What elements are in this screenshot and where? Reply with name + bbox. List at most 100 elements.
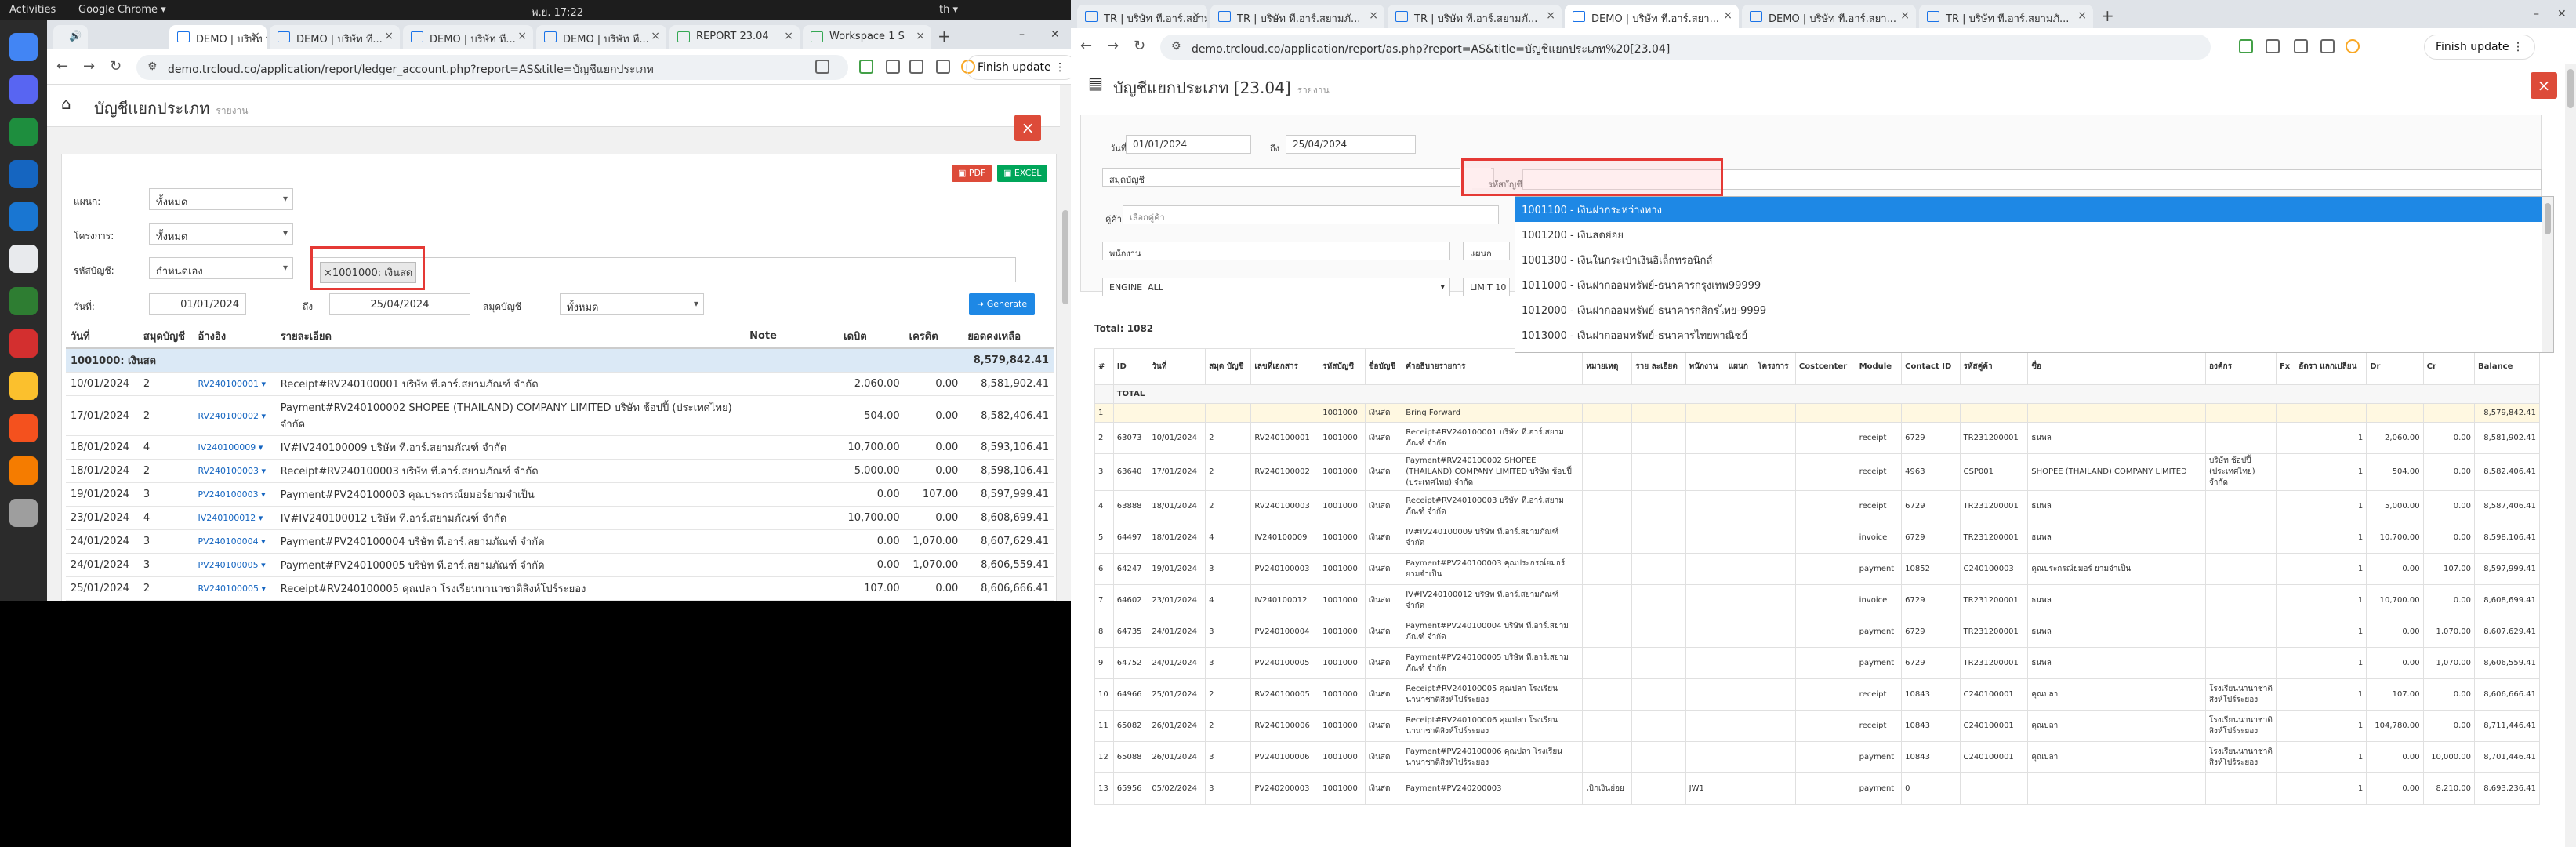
close-tab-icon[interactable]: × (517, 30, 527, 42)
chromium-icon[interactable] (9, 245, 38, 273)
date-to-input[interactable]: 25/04/2024 (329, 293, 470, 315)
close-tab-icon[interactable]: × (1900, 9, 1910, 22)
right-tab-4[interactable]: DEMO | บริษัท ที.อาร์.สยา... × (1742, 5, 1916, 28)
steam-icon[interactable] (9, 202, 38, 231)
right-tab-5[interactable]: TR | บริษัท ที.อาร์.สยามภั... × (1919, 5, 2093, 28)
app-icon[interactable] (9, 329, 38, 358)
sidebar-icon[interactable] (2320, 39, 2335, 53)
right-tab-3[interactable]: DEMO | บริษัท ที.อาร์.สยา... × (1565, 5, 1739, 28)
left-tab-5[interactable]: REPORT 23.04 × (669, 25, 800, 49)
address-bar[interactable]: ⚙ demo.trcloud.co/application/report/as.p… (1160, 35, 2211, 60)
finish-update-button[interactable]: Finish update ⋮ (2424, 35, 2536, 60)
account-chip[interactable]: ×1001000: เงินสด (320, 262, 417, 283)
clock[interactable]: พ.ย. 17:22 (532, 4, 583, 20)
back-icon[interactable]: ← (56, 58, 68, 75)
puzzle-icon[interactable] (886, 60, 900, 74)
address-bar[interactable]: ⚙ demo.trcloud.co/application/report/ledg… (136, 55, 848, 80)
close-tab-icon[interactable]: × (1546, 9, 1555, 22)
generate-button[interactable]: ➜ Generate (969, 293, 1036, 315)
left-tab-2[interactable]: DEMO | บริษัท ที... × (270, 25, 400, 49)
close-tab-icon[interactable]: × (916, 30, 925, 42)
close-tab-icon[interactable]: × (251, 30, 260, 42)
language-indicator[interactable]: th ▾ (939, 4, 958, 16)
reference-link[interactable]: PV240100003 ▾ (193, 482, 276, 507)
close-window-icon[interactable]: ✕ (1050, 28, 1060, 41)
left-tab-0[interactable]: 🔊 (53, 25, 88, 49)
close-window-icon[interactable]: ✕ (2557, 8, 2567, 20)
dropdown-scrollbar[interactable] (2542, 197, 2553, 352)
docs-icon[interactable] (9, 160, 38, 188)
left-tab-4[interactable]: DEMO | บริษัท ที... × (536, 25, 666, 49)
close-tab-icon[interactable]: × (2077, 9, 2087, 22)
date-from-input[interactable]: 01/01/2024 (149, 293, 246, 315)
app-menu[interactable]: Google Chrome ▾ (78, 4, 166, 16)
employee-input[interactable]: พนักงาน (1102, 242, 1450, 260)
limit-input[interactable]: LIMIT 10 (1463, 278, 1510, 296)
tools-icon[interactable] (9, 414, 38, 442)
new-tab-button[interactable]: + (938, 27, 951, 45)
site-info-icon[interactable]: ⚙ (147, 60, 158, 73)
chrome-icon[interactable] (9, 33, 38, 61)
reference-link[interactable]: RV240100005 ▾ (193, 576, 276, 601)
close-tab-icon[interactable]: × (784, 30, 793, 42)
reference-link[interactable]: PV240100005 ▾ (193, 553, 276, 577)
right-tab-1[interactable]: TR | บริษัท ที.อาร์.สยามภั... × (1210, 5, 1384, 28)
puzzle-icon[interactable] (2266, 39, 2280, 53)
journal-input[interactable]: สมุดบัญชี (1102, 168, 1494, 187)
sidebar-icon[interactable] (936, 60, 950, 74)
dropdown-option[interactable]: 1001200 - เงินสดย่อย (1515, 222, 2553, 247)
minimize-icon[interactable]: – (1019, 28, 1025, 41)
excel-button[interactable]: ▣ EXCEL (997, 165, 1048, 182)
reload-icon[interactable]: ↻ (110, 58, 122, 75)
customer-select[interactable]: เลือกคู่ค้า (1123, 205, 1499, 224)
reference-link[interactable]: RV240100001 ▾ (193, 372, 276, 396)
dropdown-option[interactable]: 1012000 - เงินฝากออมทรัพย์-ธนาคารกสิกรไท… (1515, 297, 2553, 322)
download-icon[interactable] (909, 60, 923, 74)
dropdown-option[interactable]: 1013000 - เงินฝากออมทรัพย์-ธนาคารไทยพาณิ… (1515, 322, 2553, 347)
extension-icon[interactable] (2239, 39, 2253, 53)
notes-icon[interactable] (9, 372, 38, 400)
close-report-button[interactable]: × (1014, 115, 1041, 141)
new-tab-button[interactable]: + (2101, 6, 2114, 25)
close-tab-icon[interactable]: × (1369, 9, 1378, 22)
site-info-icon[interactable]: ⚙ (1171, 40, 1181, 53)
close-tab-icon[interactable]: × (1192, 9, 1201, 22)
engine-select[interactable]: ENGINE ALL ▾ (1102, 278, 1450, 296)
date-from-input[interactable]: 01/01/2024 (1126, 135, 1251, 154)
right-tab-2[interactable]: TR | บริษัท ที.อาร์.สยามภั... × (1388, 5, 1562, 28)
right-scrollbar[interactable] (2565, 64, 2576, 847)
forward-icon[interactable]: → (1107, 38, 1119, 54)
avatar[interactable] (2346, 39, 2360, 53)
reference-link[interactable]: IV240100012 ▾ (193, 506, 276, 530)
account-mode-select[interactable]: กำหนดเอง (149, 257, 293, 279)
department-input[interactable]: แผนก (1463, 242, 1510, 260)
reference-link[interactable]: RV240100003 ▾ (193, 459, 276, 483)
dropdown-option[interactable]: 1001300 - เงินในกระเป๋าเงินอิเล็กทรอนิกส… (1515, 247, 2553, 272)
back-icon[interactable]: ← (1080, 38, 1092, 54)
left-tab-3[interactable]: DEMO | บริษัท ที... × (403, 25, 533, 49)
reference-link[interactable]: IV240100009 ▾ (193, 435, 276, 460)
pdf-button[interactable]: ▣ PDF (952, 165, 992, 182)
left-tab-1[interactable]: DEMO | บริษัท ที...× (169, 25, 267, 49)
reference-link[interactable]: PV240100004 ▾ (193, 529, 276, 554)
star-icon[interactable] (815, 60, 829, 74)
vlc-icon[interactable] (9, 456, 38, 485)
left-tab-6[interactable]: Workspace 1 S × (803, 25, 931, 49)
reload-icon[interactable]: ↻ (1134, 38, 1145, 54)
discord-icon[interactable] (9, 75, 38, 104)
close-report-button[interactable]: × (2531, 72, 2557, 99)
dropdown-option[interactable]: 1001100 - เงินฝากระหว่างทาง (1515, 197, 2553, 222)
date-to-input[interactable]: 25/04/2024 (1286, 135, 1416, 154)
forward-icon[interactable]: → (83, 58, 95, 75)
activities-button[interactable]: Activities (9, 4, 56, 16)
calculator-icon[interactable] (9, 287, 38, 315)
journal-select[interactable]: ทั้งหมด (560, 293, 704, 315)
dropdown-option[interactable]: 1011000 - เงินฝากออมทรัพย์-ธนาคารกรุงเทพ… (1515, 272, 2553, 297)
finish-update-button[interactable]: Finish update ⋮ (966, 55, 1071, 80)
minimize-icon[interactable]: – (2534, 8, 2539, 20)
project-select[interactable]: ทั้งหมด (149, 223, 293, 245)
extension-icon[interactable] (859, 60, 873, 74)
download-icon[interactable] (2294, 39, 2308, 53)
close-tab-icon[interactable]: × (1723, 9, 1732, 22)
apps-grid-icon[interactable] (9, 499, 38, 527)
